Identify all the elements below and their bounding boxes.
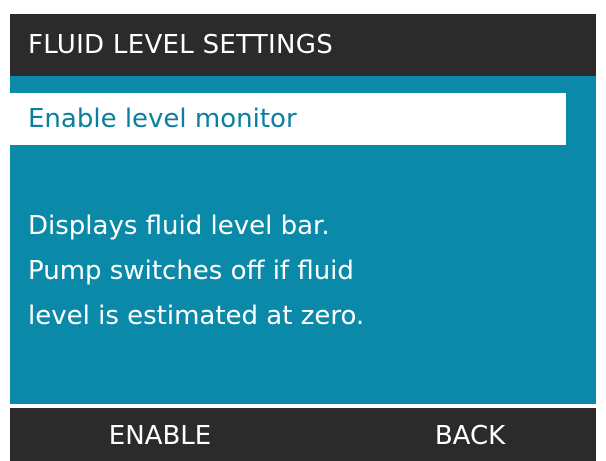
- help-description: Displays fluid level bar. Pump switches …: [28, 204, 568, 339]
- description-line-2: Pump switches off if fluid: [28, 256, 354, 286]
- device-screen: FLUID LEVEL SETTINGS Enable level monito…: [10, 14, 596, 461]
- screen-title-bar: FLUID LEVEL SETTINGS: [10, 14, 596, 76]
- enable-softkey[interactable]: ENABLE: [80, 408, 240, 461]
- description-line-3: level is estimated at zero.: [28, 301, 365, 331]
- back-softkey[interactable]: BACK: [400, 408, 540, 461]
- menu-item-enable-level-monitor[interactable]: Enable level monitor: [10, 93, 566, 145]
- menu-item-label: Enable level monitor: [28, 104, 297, 134]
- softkey-bar: ENABLE BACK: [10, 408, 596, 461]
- screen-title: FLUID LEVEL SETTINGS: [28, 30, 334, 60]
- description-line-1: Displays fluid level bar.: [28, 211, 330, 241]
